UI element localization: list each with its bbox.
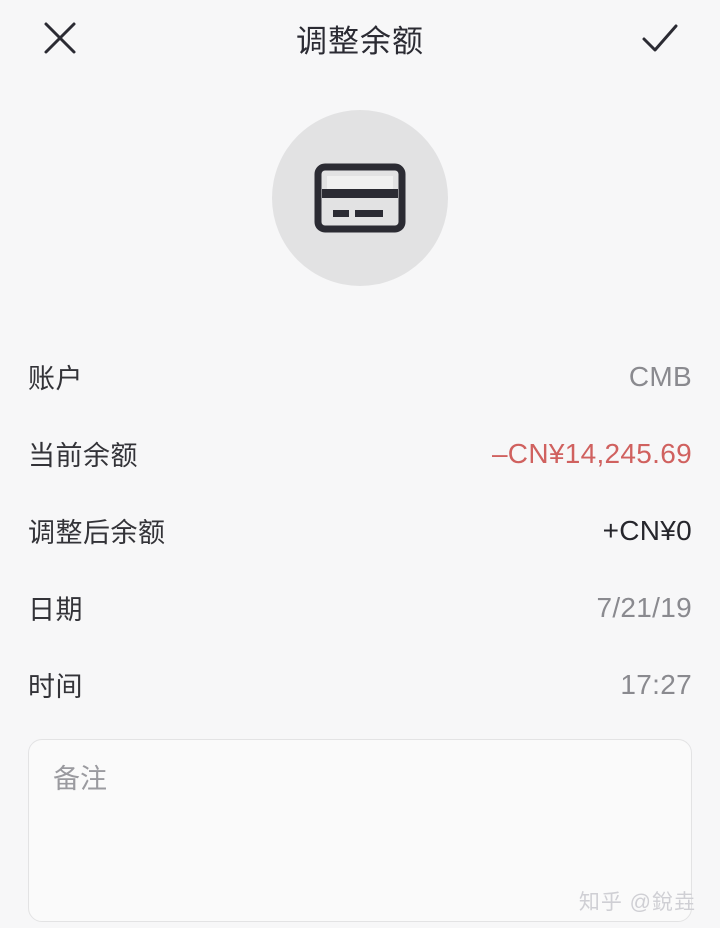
row-label: 日期 — [28, 595, 83, 625]
row-value-time: 17:27 — [620, 668, 692, 700]
close-button[interactable] — [28, 6, 92, 70]
table-row[interactable]: 当前余额 –CN¥14,245.69 — [28, 415, 692, 492]
table-row[interactable]: 时间 17:27 — [28, 646, 692, 723]
credit-card-icon — [314, 163, 406, 233]
row-value-date: 7/21/19 — [596, 591, 692, 623]
detail-rows: 账户 CMB 当前余额 –CN¥14,245.69 调整后余额 +CN¥0 日期… — [0, 338, 720, 723]
row-label: 调整后余额 — [28, 518, 166, 548]
zhihu-watermark: 知乎 @銳垚 — [578, 891, 696, 914]
check-icon — [638, 18, 682, 58]
confirm-button[interactable] — [628, 6, 692, 70]
header-bar: 调整余额 — [0, 0, 720, 76]
avatar — [272, 110, 448, 286]
account-avatar-area — [0, 110, 720, 286]
table-row[interactable]: 账户 CMB — [28, 338, 692, 415]
row-value-current-balance: –CN¥14,245.69 — [491, 437, 692, 469]
row-label: 时间 — [28, 672, 83, 702]
close-x-icon — [40, 18, 80, 58]
page-title: 调整余额 — [296, 23, 424, 59]
table-row[interactable]: 日期 7/21/19 — [28, 569, 692, 646]
row-value-adjusted-balance: +CN¥0 — [602, 514, 692, 546]
row-label: 当前余额 — [28, 441, 138, 471]
table-row[interactable]: 调整后余额 +CN¥0 — [28, 492, 692, 569]
row-label: 账户 — [28, 364, 83, 394]
adjust-balance-screen: 调整余额 账户 CMB 当前余额 –CN¥14,245.69 调整后余额 +CN… — [0, 0, 720, 928]
row-value-account: CMB — [628, 360, 692, 392]
